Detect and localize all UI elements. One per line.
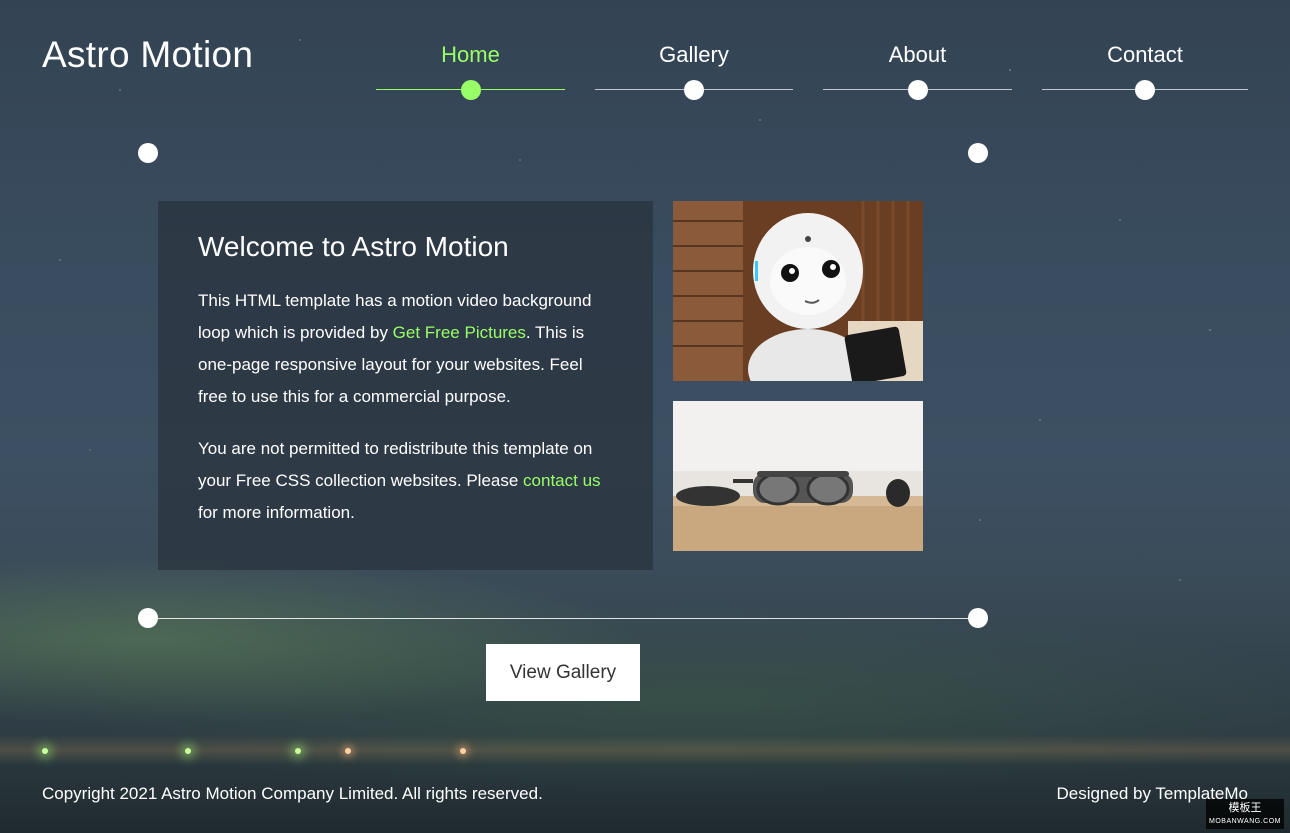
nav-item-contact[interactable]: Contact [1042, 40, 1248, 104]
nav-label-gallery: Gallery [659, 42, 729, 67]
nav-label-contact: Contact [1107, 42, 1183, 67]
site-logo[interactable]: Astro Motion [42, 34, 253, 76]
welcome-panel: Welcome to Astro Motion This HTML templa… [158, 201, 653, 570]
view-gallery-button[interactable]: View Gallery [486, 644, 640, 701]
welcome-title: Welcome to Astro Motion [198, 231, 509, 262]
welcome-paragraph-2: You are not permitted to redistribute th… [198, 433, 613, 529]
nav-label-about: About [888, 42, 947, 67]
welcome-text: for more information. [198, 503, 355, 522]
get-free-pictures-link[interactable]: Get Free Pictures [393, 323, 526, 342]
frame-corner-icon [138, 608, 158, 628]
nav-item-about[interactable]: About [823, 40, 1012, 104]
nav-marker-icon [908, 80, 928, 100]
nav-marker-icon [461, 80, 481, 100]
nav-label-home: Home [441, 42, 500, 67]
frame-divider [148, 618, 978, 619]
robot-photo [673, 201, 923, 381]
coastline-lights [0, 745, 1290, 757]
watermark-subtitle: MOBANWANG.COM [1209, 818, 1281, 825]
contact-us-link[interactable]: contact us [523, 471, 601, 490]
nav-marker-icon [1135, 80, 1155, 100]
watermark-title: 模板王 [1228, 802, 1262, 814]
footer-credit-prefix: Designed by [1056, 784, 1156, 803]
vr-glasses-photo [673, 401, 923, 551]
nav-marker-icon [684, 80, 704, 100]
welcome-paragraph-1: This HTML template has a motion video ba… [198, 285, 613, 413]
frame-corner-icon [968, 608, 988, 628]
frame-corner-icon [138, 143, 158, 163]
nav-item-home[interactable]: Home [376, 40, 565, 104]
nav-item-gallery[interactable]: Gallery [595, 40, 793, 104]
watermark-logo: 模板王 MOBANWANG.COM [1206, 799, 1284, 829]
frame-corner-icon [968, 143, 988, 163]
footer-copyright: Copyright 2021 Astro Motion Company Limi… [42, 784, 543, 803]
